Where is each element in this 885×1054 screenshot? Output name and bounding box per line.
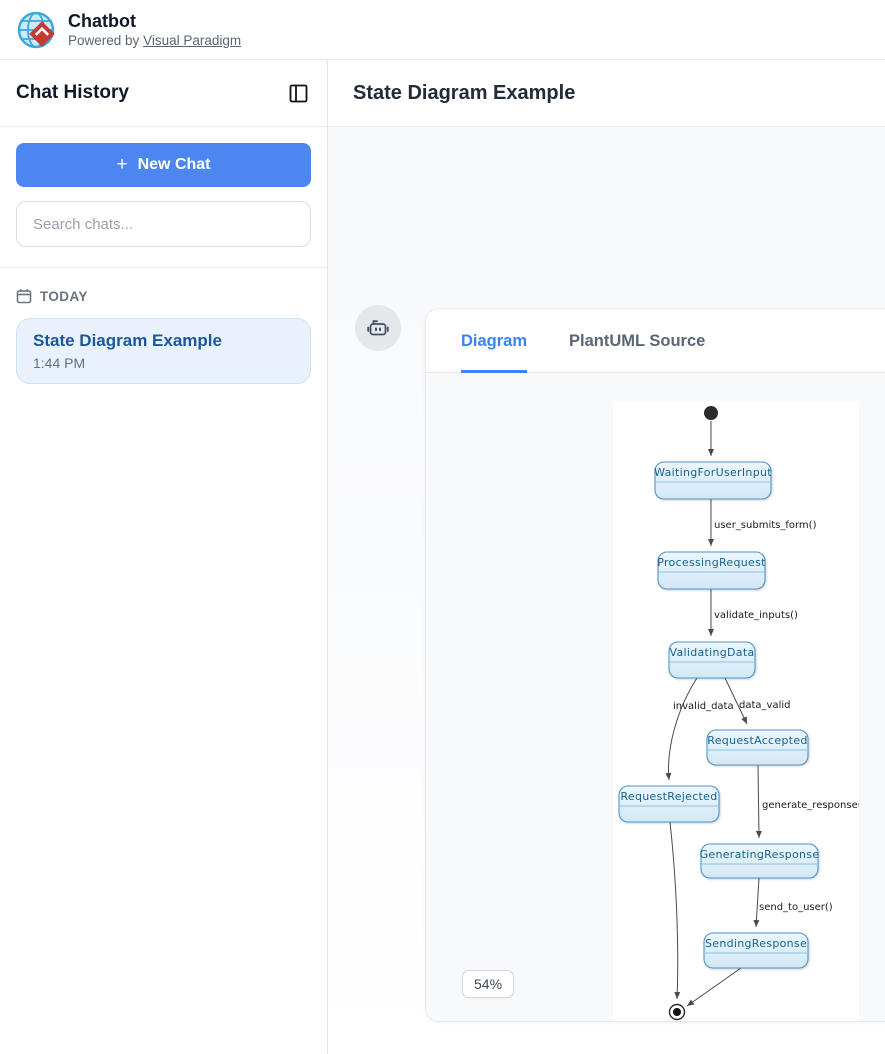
state-GeneratingResponse: GeneratingResponse (700, 844, 820, 878)
state-label: RequestAccepted (707, 734, 807, 747)
transition-edge (670, 822, 678, 999)
state-label: GeneratingResponse (700, 848, 820, 861)
diagram-viewport[interactable]: user_submits_form() validate_inputs()inva… (426, 373, 885, 1021)
state-diagram-svg: user_submits_form() validate_inputs()inva… (613, 401, 859, 1022)
state-RequestRejected: RequestRejected (619, 786, 719, 822)
app-title-block: Chatbot Powered by Visual Paradigm (68, 11, 241, 48)
chat-item-time: 1:44 PM (33, 355, 294, 371)
state-SendingResponse: SendingResponse (704, 933, 808, 968)
transition-label: data_valid (739, 700, 790, 711)
today-section-header: TODAY (0, 268, 327, 318)
transition-edge (669, 678, 697, 780)
state-diagram[interactable]: user_submits_form() validate_inputs()inva… (613, 401, 859, 1022)
state-label: ProcessingRequest (657, 556, 766, 569)
transition-label: user_submits_form() (714, 520, 817, 531)
new-chat-label: New Chat (138, 156, 211, 174)
tab-plantuml-source[interactable]: PlantUML Source (569, 309, 705, 373)
bot-avatar (355, 305, 401, 351)
transition-label: generate_response() (762, 800, 859, 811)
conversation-body: Diagram PlantUML Source user_submits_for… (328, 127, 885, 1054)
sidebar-actions: + New Chat (0, 127, 327, 268)
robot-icon (365, 315, 391, 341)
powered-by: Powered by Visual Paradigm (68, 33, 241, 48)
search-input[interactable] (16, 201, 311, 247)
new-chat-button[interactable]: + New Chat (16, 143, 311, 187)
main-panel: State Diagram Example Diagram (328, 60, 885, 1054)
transition-label: send_to_user() (759, 902, 833, 913)
transition-label: invalid_data (673, 701, 734, 712)
transition-label: validate_inputs() (714, 610, 798, 621)
conversation-header: State Diagram Example (328, 60, 885, 127)
sidebar-header: Chat History (0, 60, 327, 127)
calendar-icon (16, 288, 32, 304)
state-label: WaitingForUserInput (654, 466, 772, 479)
state-ValidatingData: ValidatingData (669, 642, 755, 678)
chat-history-sidebar: Chat History + New Chat TODAY (0, 60, 328, 1054)
chat-item-title: State Diagram Example (33, 331, 294, 351)
sidebar-title: Chat History (16, 82, 129, 104)
collapse-sidebar-button[interactable] (285, 80, 311, 106)
state-WaitingForUserInput: WaitingForUserInput (654, 462, 772, 499)
visual-paradigm-link[interactable]: Visual Paradigm (143, 33, 241, 48)
state-label: SendingResponse (705, 937, 807, 950)
app-header: Chatbot Powered by Visual Paradigm (0, 0, 885, 60)
state-RequestAccepted: RequestAccepted (707, 730, 808, 765)
final-state (670, 1005, 685, 1020)
state-label: RequestRejected (620, 790, 717, 803)
initial-state (704, 406, 718, 420)
visual-paradigm-logo-icon (16, 9, 58, 51)
state-label: ValidatingData (669, 646, 754, 659)
conversation-title: State Diagram Example (353, 82, 575, 105)
chat-list-item[interactable]: State Diagram Example 1:44 PM (16, 318, 311, 384)
panel-left-icon (289, 84, 308, 103)
state-ProcessingRequest: ProcessingRequest (657, 552, 766, 589)
app-title: Chatbot (68, 11, 241, 33)
plus-icon: + (116, 154, 127, 176)
transition-edge (687, 968, 741, 1006)
powered-by-text: Powered by (68, 33, 139, 48)
tab-bar: Diagram PlantUML Source (426, 309, 885, 373)
tab-diagram[interactable]: Diagram (461, 309, 527, 373)
diagram-message-card: Diagram PlantUML Source user_submits_for… (425, 308, 885, 1022)
zoom-level-badge[interactable]: 54% (462, 970, 514, 998)
today-label: TODAY (40, 289, 88, 304)
transition-edge (758, 765, 759, 838)
